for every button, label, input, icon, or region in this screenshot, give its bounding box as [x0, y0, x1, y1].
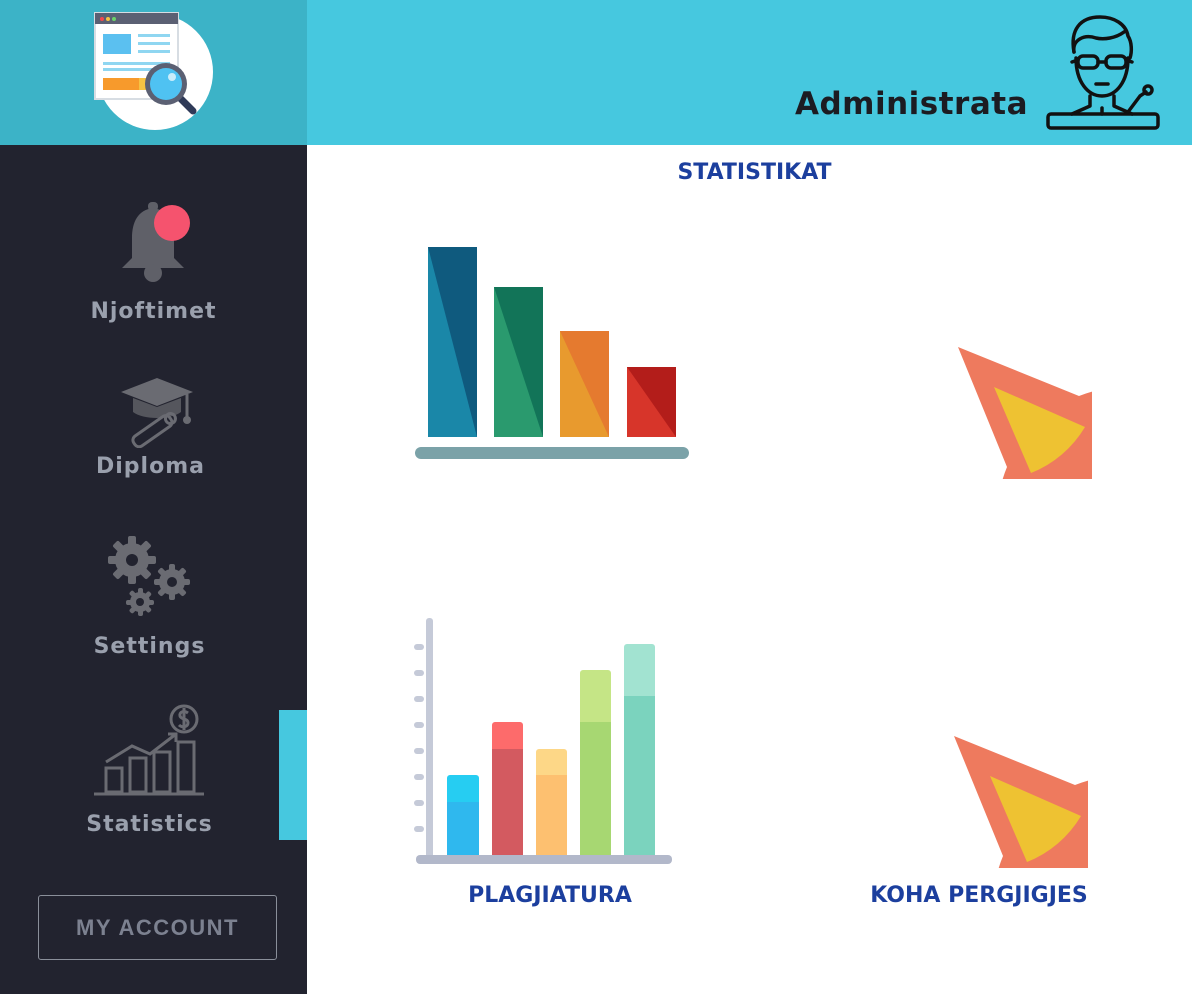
sidebar-item-label: Statistics: [86, 812, 213, 837]
document-search-logo-icon: [94, 12, 213, 130]
plagiarism-label: PLAGJIATURA: [468, 883, 632, 908]
app-logo[interactable]: [0, 0, 307, 145]
statistics-title: STATISTIKAT: [677, 160, 832, 185]
sidebar-item-statistics[interactable]: Statistics: [0, 700, 307, 845]
sidebar-item-njoftimet[interactable]: Njoftimet: [0, 195, 307, 335]
my-account-button[interactable]: MY ACCOUNT: [38, 895, 277, 960]
sidebar-item-label: Settings: [93, 634, 206, 659]
bell-icon: [122, 202, 190, 282]
statistics-icon: [94, 704, 204, 796]
header: Administrata: [307, 0, 1192, 145]
plagiarism-chart-illustration[interactable]: [410, 612, 676, 870]
administrator-avatar-icon[interactable]: [1044, 12, 1162, 132]
response-time-label: KOHA PERGJIGJES: [870, 883, 1088, 908]
bar-chart-illustration[interactable]: [412, 240, 692, 465]
page-title: Administrata: [794, 86, 1028, 122]
sidebar: Njoftimet Diploma Settings Statistics MY…: [0, 0, 307, 994]
sidebar-item-label: Diploma: [96, 454, 205, 479]
gears-icon: [108, 536, 190, 616]
graduation-cap-icon: [121, 378, 193, 448]
sidebar-item-label: Njoftimet: [90, 299, 217, 324]
active-indicator: [279, 710, 307, 840]
pie-chart-illustration[interactable]: [826, 215, 1092, 479]
response-time-pie-illustration[interactable]: [822, 604, 1088, 868]
sidebar-item-diploma[interactable]: Diploma: [0, 372, 307, 492]
sidebar-item-settings[interactable]: Settings: [0, 530, 307, 670]
